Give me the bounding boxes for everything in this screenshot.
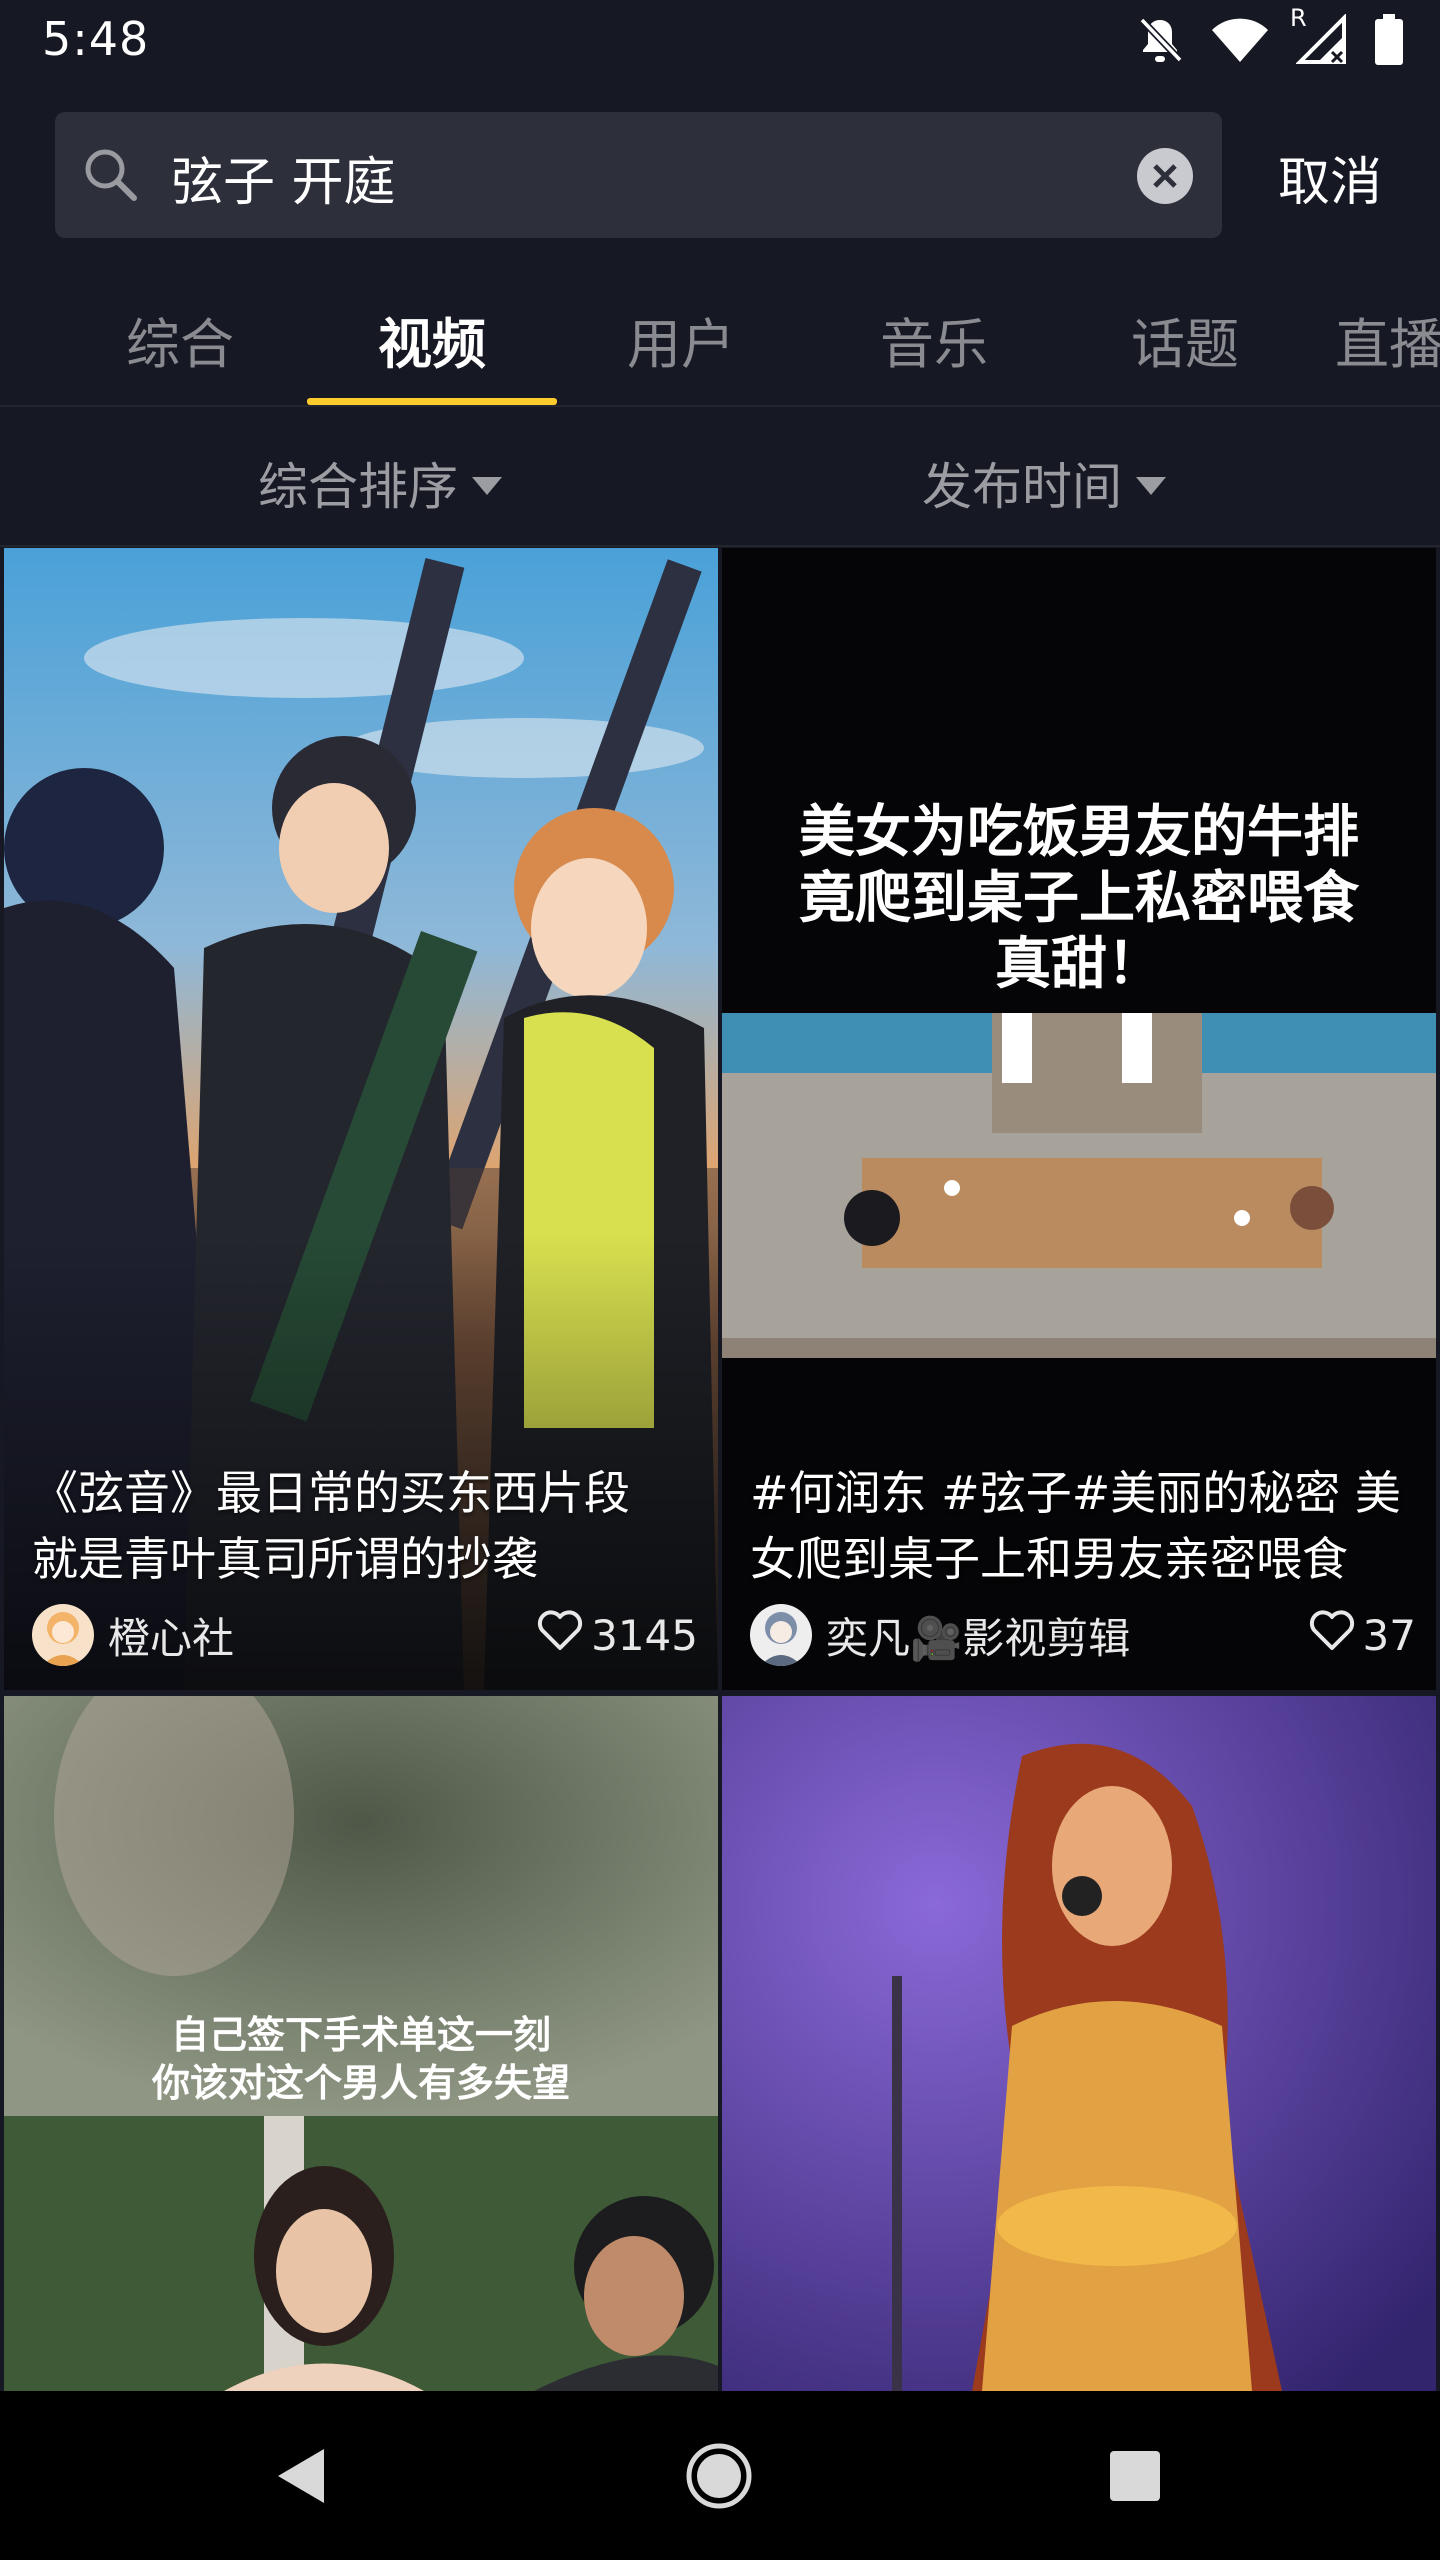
tab-bar: 综合 视频 用户 音乐 话题 直播 [0, 270, 1440, 407]
video-thumbnail [722, 1696, 1436, 2391]
heart-icon [1309, 1609, 1355, 1661]
like-count-value: 3145 [591, 1610, 698, 1660]
video-title: 《弦音》最日常的买东西片段 就是青叶真司所谓的抄袭 [32, 1460, 690, 1592]
video-meta: 奕凡🎥影视剪辑 37 [750, 1602, 1416, 1668]
publish-time-filter-label: 发布时间 [922, 458, 1122, 516]
video-title-line: #何润东 #弦子#美丽的秘密 美 [750, 1466, 1401, 1520]
sort-filter-label: 综合排序 [258, 458, 458, 516]
like-count-value: 37 [1362, 1610, 1416, 1660]
video-card[interactable]: 美女为吃饭男友的牛排 竟爬到桌子上私密喂食 真甜！ #何润东 #弦子#美丽的秘密… [722, 548, 1436, 1690]
video-overlay-caption: 美女为吃饭男友的牛排 竟爬到桌子上私密喂食 真甜！ [722, 800, 1436, 998]
caret-down-icon [472, 477, 502, 495]
active-tab-indicator [307, 398, 557, 405]
video-grid: 《弦音》最日常的买东西片段 就是青叶真司所谓的抄袭 橙心社 3145 美女为吃饭… [0, 548, 1440, 2391]
overlay-line: 你该对这个男人有多失望 [151, 2061, 570, 2105]
sort-filter[interactable]: 综合排序 [258, 447, 502, 519]
tab-users[interactable]: 用户 [581, 300, 781, 379]
tab-comprehensive[interactable]: 综合 [80, 300, 280, 379]
search-icon [81, 145, 141, 209]
overlay-line: 美女为吃饭男友的牛排 [799, 800, 1359, 865]
battery-icon [1374, 14, 1404, 66]
video-title-line: 就是青叶真司所谓的抄袭 [32, 1532, 538, 1586]
heart-icon [537, 1609, 583, 1661]
search-row: 弦子 开庭 取消 [0, 112, 1440, 238]
home-icon[interactable] [686, 2443, 752, 2513]
bell-off-icon [1136, 14, 1184, 66]
video-card[interactable]: 自己签下手术单这一刻 你该对这个男人有多失望 [4, 1696, 718, 2391]
caret-down-icon [1136, 477, 1166, 495]
overlay-line: 自己签下手术单这一刻 [170, 2013, 551, 2057]
like-count: 37 [1309, 1609, 1416, 1661]
clear-icon[interactable] [1136, 147, 1194, 209]
signal-label: R [1290, 4, 1307, 32]
status-icons: R [1136, 4, 1404, 66]
overlay-line: 竟爬到桌子上私密喂食 [799, 866, 1359, 931]
back-icon[interactable] [272, 2445, 328, 2511]
search-query: 弦子 开庭 [171, 153, 396, 213]
filter-bar: 综合排序 发布时间 [0, 405, 1440, 547]
status-time: 5:48 [42, 12, 150, 66]
video-overlay-caption: 自己签下手术单这一刻 你该对这个男人有多失望 [4, 2011, 718, 2107]
status-bar: 5:48 R [0, 0, 1440, 84]
cancel-button[interactable]: 取消 [1278, 140, 1382, 215]
tab-video[interactable]: 视频 [332, 300, 532, 379]
overlay-line: 真甜！ [995, 932, 1163, 997]
recent-apps-icon[interactable] [1108, 2449, 1162, 2507]
avatar[interactable] [32, 1604, 94, 1666]
tab-music[interactable]: 音乐 [834, 300, 1034, 379]
tab-live[interactable]: 直播 [1335, 300, 1440, 379]
search-input[interactable]: 弦子 开庭 [55, 112, 1222, 238]
video-title-line: 女爬到桌子上和男友亲密喂食 [750, 1532, 1348, 1586]
like-count: 3145 [537, 1609, 698, 1661]
publish-time-filter[interactable]: 发布时间 [922, 447, 1166, 519]
video-card[interactable] [722, 1696, 1436, 2391]
video-meta: 橙心社 3145 [32, 1602, 698, 1668]
wifi-icon [1210, 16, 1270, 64]
author-name[interactable]: 奕凡🎥影视剪辑 [826, 1605, 1130, 1666]
author-name[interactable]: 橙心社 [108, 1605, 234, 1666]
avatar[interactable] [750, 1604, 812, 1666]
tab-topics[interactable]: 话题 [1085, 300, 1285, 379]
video-title-line: 《弦音》最日常的买东西片段 [32, 1466, 630, 1520]
navigation-bar [0, 2391, 1440, 2560]
video-card[interactable]: 《弦音》最日常的买东西片段 就是青叶真司所谓的抄袭 橙心社 3145 [4, 548, 718, 1690]
video-title: #何润东 #弦子#美丽的秘密 美 女爬到桌子上和男友亲密喂食 [750, 1460, 1408, 1592]
signal-icon: R [1290, 4, 1348, 66]
